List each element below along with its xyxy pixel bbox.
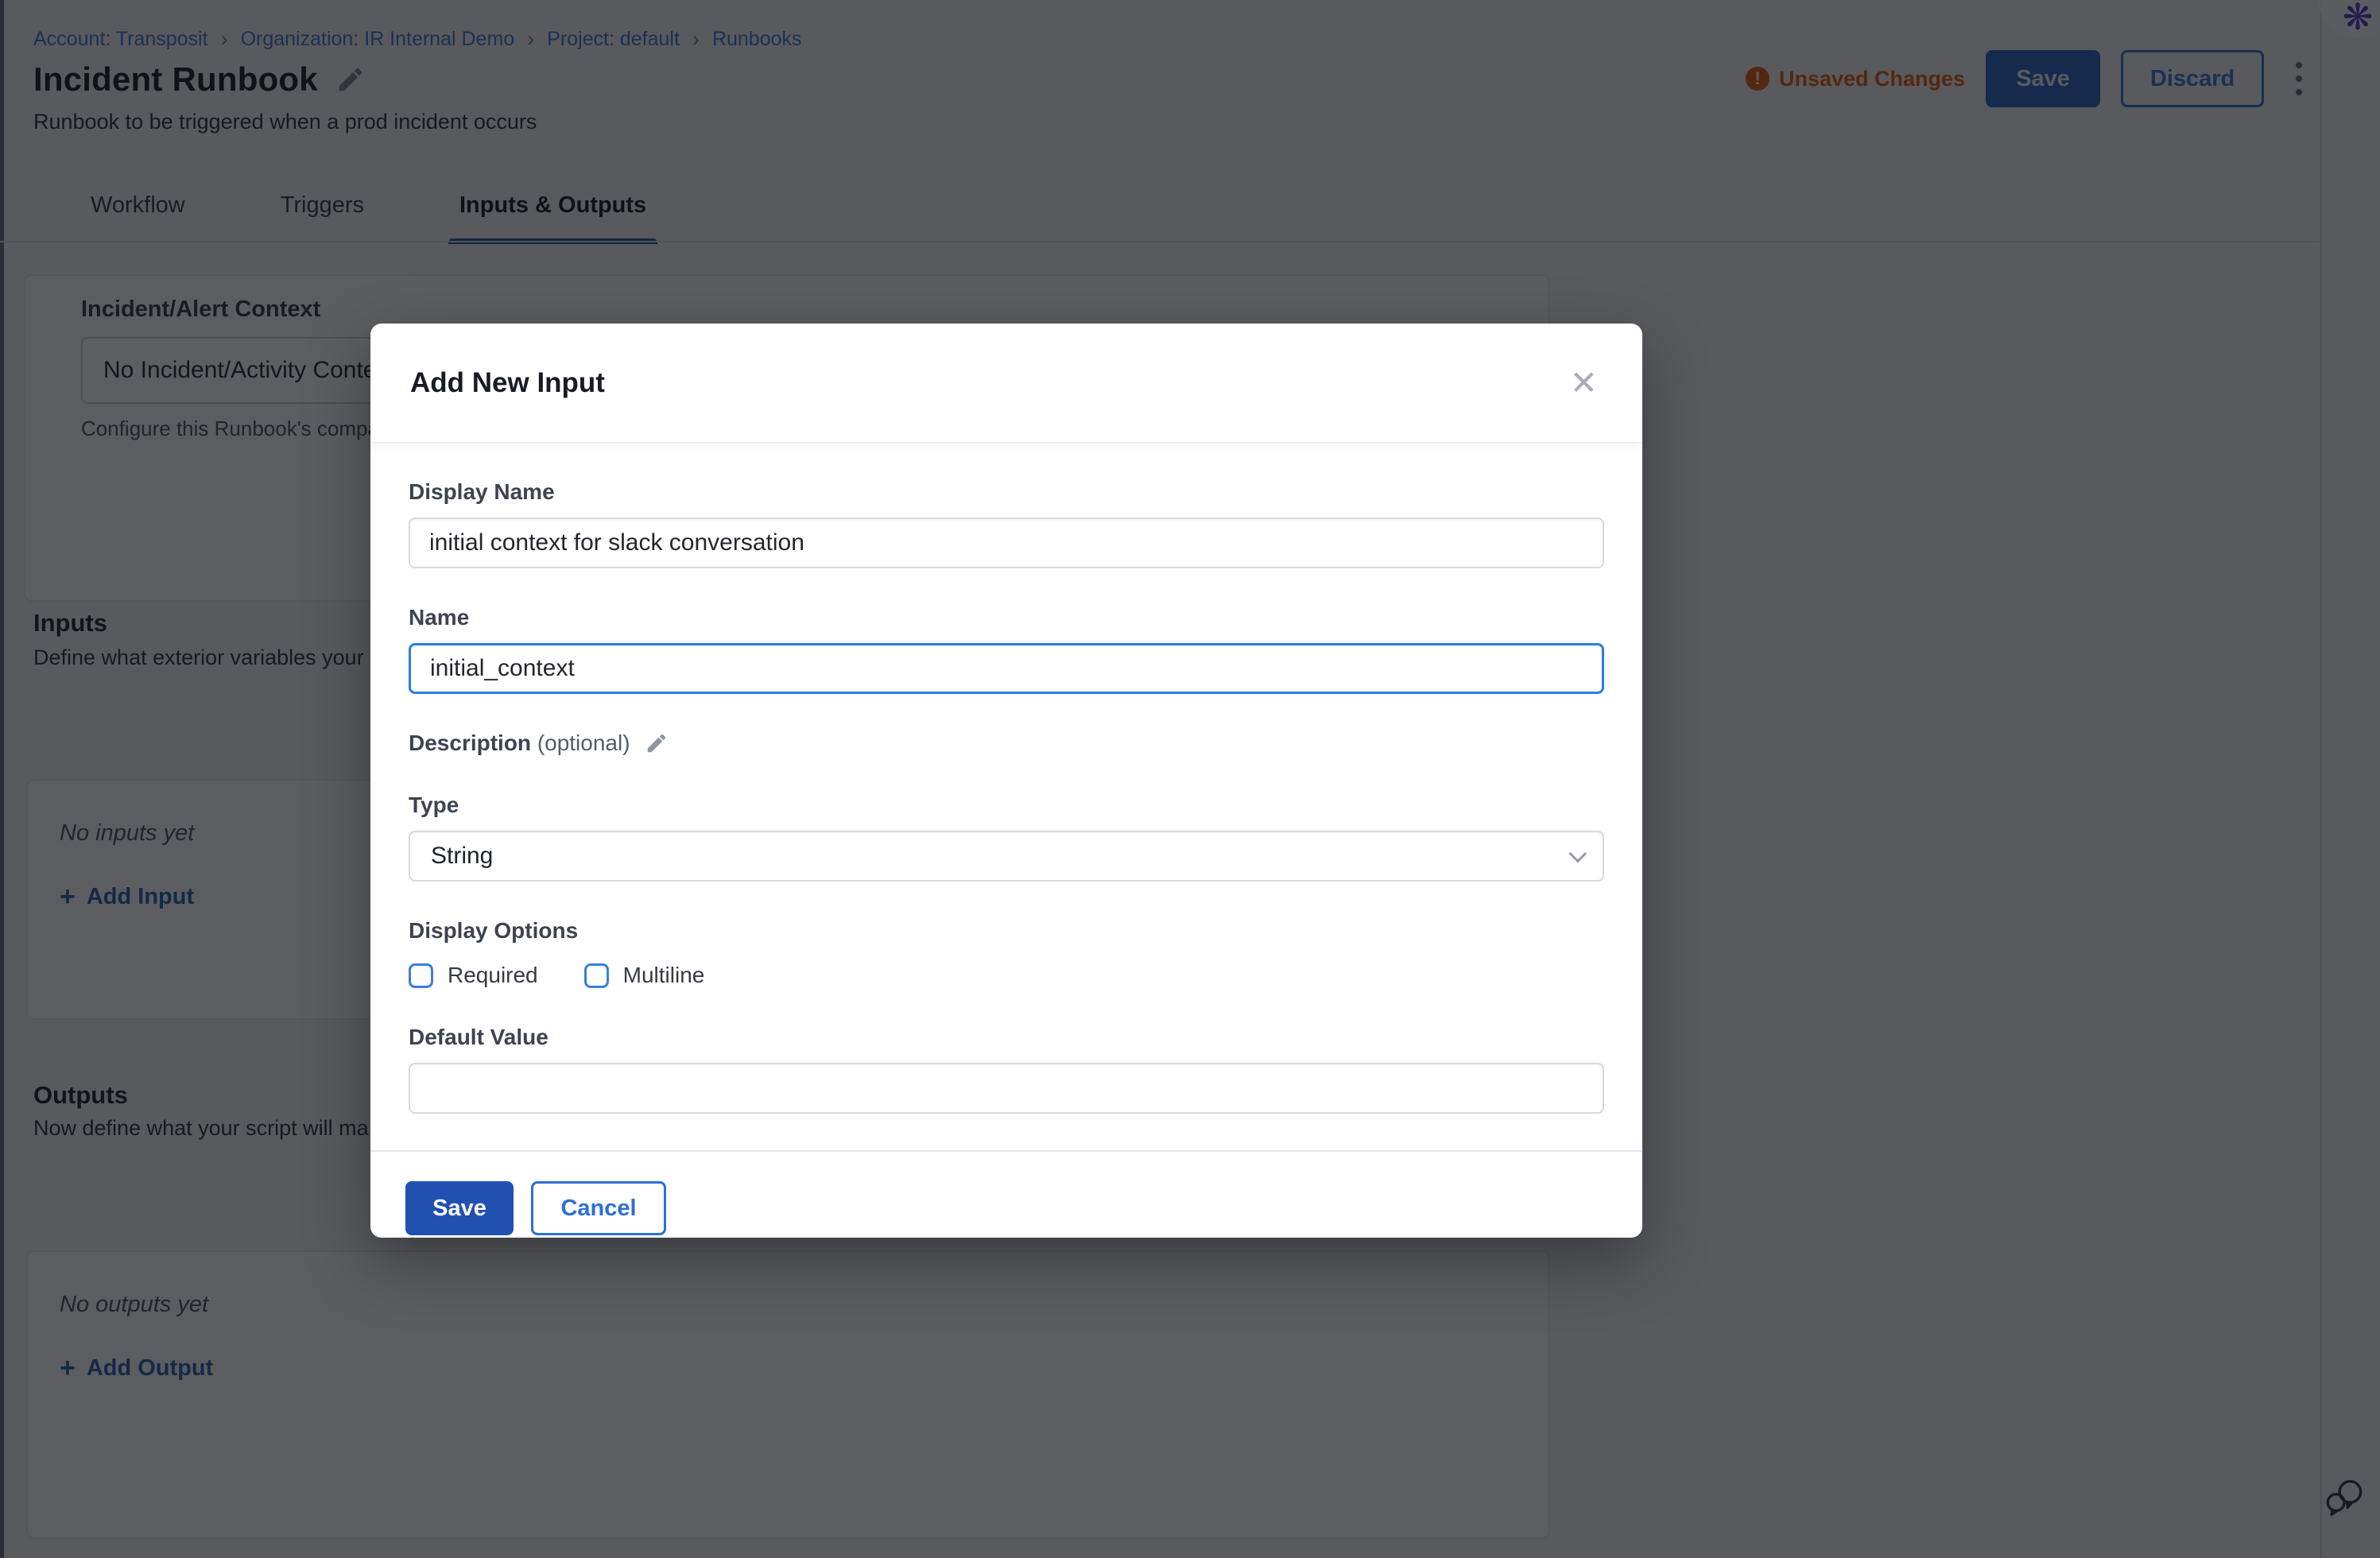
type-label: Type xyxy=(409,793,1604,818)
type-select-value: String xyxy=(431,843,493,870)
default-value-field[interactable] xyxy=(409,1063,1604,1114)
name-field[interactable] xyxy=(409,643,1604,694)
modal-cancel-button[interactable]: Cancel xyxy=(531,1181,666,1235)
required-label: Required xyxy=(448,963,538,988)
multiline-label: Multiline xyxy=(623,963,705,988)
chevron-down-icon xyxy=(1569,845,1587,863)
type-select[interactable]: String xyxy=(409,831,1604,882)
add-new-input-modal: Add New Input ✕ Display Name Name Descri… xyxy=(370,324,1642,1238)
modal-body: Display Name Name Description (optional)… xyxy=(370,443,1642,1150)
required-option: Required xyxy=(409,963,538,988)
description-label: Description (optional) xyxy=(409,731,630,756)
type-group: Type String xyxy=(409,793,1604,882)
edit-description-pencil-icon[interactable] xyxy=(645,731,669,755)
default-value-label: Default Value xyxy=(409,1025,1604,1050)
name-label: Name xyxy=(409,605,1604,630)
default-value-group: Default Value xyxy=(409,1025,1604,1114)
description-row: Description (optional) xyxy=(409,731,1604,756)
modal-footer: Save Cancel xyxy=(370,1150,1642,1265)
display-options-group: Display Options Required Multiline xyxy=(409,918,1604,988)
modal-header: Add New Input ✕ xyxy=(370,324,1642,443)
display-name-label: Display Name xyxy=(409,479,1604,505)
display-name-group: Display Name xyxy=(409,479,1604,568)
multiline-option: Multiline xyxy=(584,963,705,988)
modal-save-button[interactable]: Save xyxy=(405,1181,514,1235)
description-optional-label: (optional) xyxy=(537,731,630,755)
modal-title: Add New Input xyxy=(410,367,605,399)
display-name-field[interactable] xyxy=(409,517,1604,568)
name-group: Name xyxy=(409,605,1604,694)
display-options-row: Required Multiline xyxy=(409,963,1604,988)
multiline-checkbox[interactable] xyxy=(584,963,609,988)
close-icon[interactable]: ✕ xyxy=(1565,362,1603,405)
display-options-label: Display Options xyxy=(409,918,1604,944)
required-checkbox[interactable] xyxy=(409,963,433,988)
